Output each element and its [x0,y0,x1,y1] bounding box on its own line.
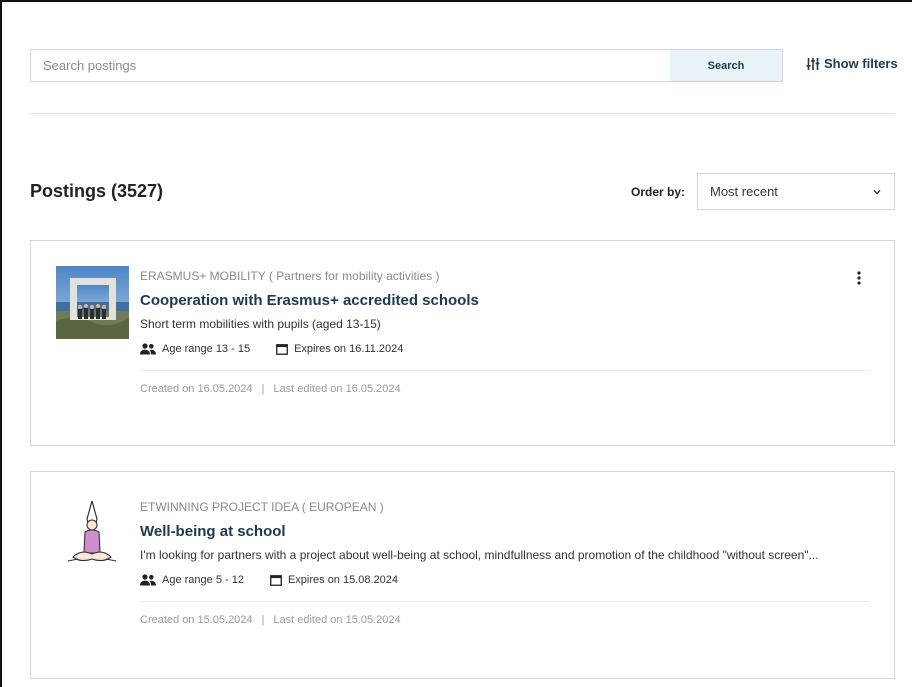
age-range: Age range 5 - 12 [140,574,244,586]
order-by-label: Order by: [631,185,686,199]
created-date: Created on 15.05.2024 [140,614,253,626]
calendar-icon [270,575,282,586]
expiry-date: Expires on 15.08.2024 [270,574,398,586]
expiry-label: Expires on 16.11.2024 [294,343,404,355]
posting-card: ERASMUS+ MOBILITY ( Partners for mobilit… [30,240,895,446]
card-divider [140,370,869,371]
divider [30,113,895,114]
posting-description: I'm looking for partners with a project … [140,548,819,562]
calendar-icon [276,344,288,355]
order-by-select[interactable]: Most recent [697,173,895,210]
show-filters-label: Show filters [824,56,898,71]
posting-photo [56,266,129,339]
posting-body: ETWINNING PROJECT IDEA ( EUROPEAN ) Well… [140,500,869,626]
people-icon [140,574,156,586]
sliders-icon [806,57,820,70]
expiry-label: Expires on 15.08.2024 [287,574,399,586]
posting-illustration [56,497,129,570]
search-bar: Search [30,49,783,82]
posting-footer: Created on 16.05.2024 | Last edited on 16.… [140,383,869,395]
age-range-label: Age range 13 - 15 [162,343,251,355]
posting-category: ERASMUS+ MOBILITY ( Partners for mobilit… [140,269,440,283]
posting-description: Short term mobilities with pupils (aged … [140,317,381,331]
posting-meta: Age range 13 - 15 Expires on 16.11.2024 [140,343,869,355]
age-range: Age range 13 - 15 [140,343,250,355]
created-date: Created on 16.05.2024 [140,383,253,395]
more-vertical-icon[interactable] [857,271,861,290]
posting-category: ETWINNING PROJECT IDEA ( EUROPEAN ) [140,500,384,514]
footer-separator: | [261,383,265,395]
age-range-label: Age range 5 - 12 [162,574,244,586]
posting-footer: Created on 15.05.2024 | Last edited on 15.… [140,614,869,626]
order-by-value: Most recent [710,184,778,199]
people-icon [140,343,156,355]
search-button[interactable]: Search [670,50,782,81]
card-divider [140,601,869,602]
chevron-down-icon [873,189,881,194]
postings-title: Postings (3527) [30,181,164,201]
search-input[interactable] [31,50,670,81]
expiry-date: Expires on 16.11.2024 [276,343,403,355]
footer-separator: | [261,614,265,626]
show-filters-button[interactable]: Show filters [806,56,898,71]
posting-card: ETWINNING PROJECT IDEA ( EUROPEAN ) Well… [30,471,895,679]
posting-meta: Age range 5 - 12 Expires on 15.08.2024 [140,574,869,586]
posting-body: ERASMUS+ MOBILITY ( Partners for mobilit… [140,269,869,395]
edited-date: Last edited on 16.05.2024 [273,383,401,395]
edited-date: Last edited on 15.05.2024 [273,614,401,626]
posting-title-link[interactable]: Cooperation with Erasmus+ accredited sch… [140,292,869,309]
posting-title-link[interactable]: Well-being at school [140,523,869,540]
